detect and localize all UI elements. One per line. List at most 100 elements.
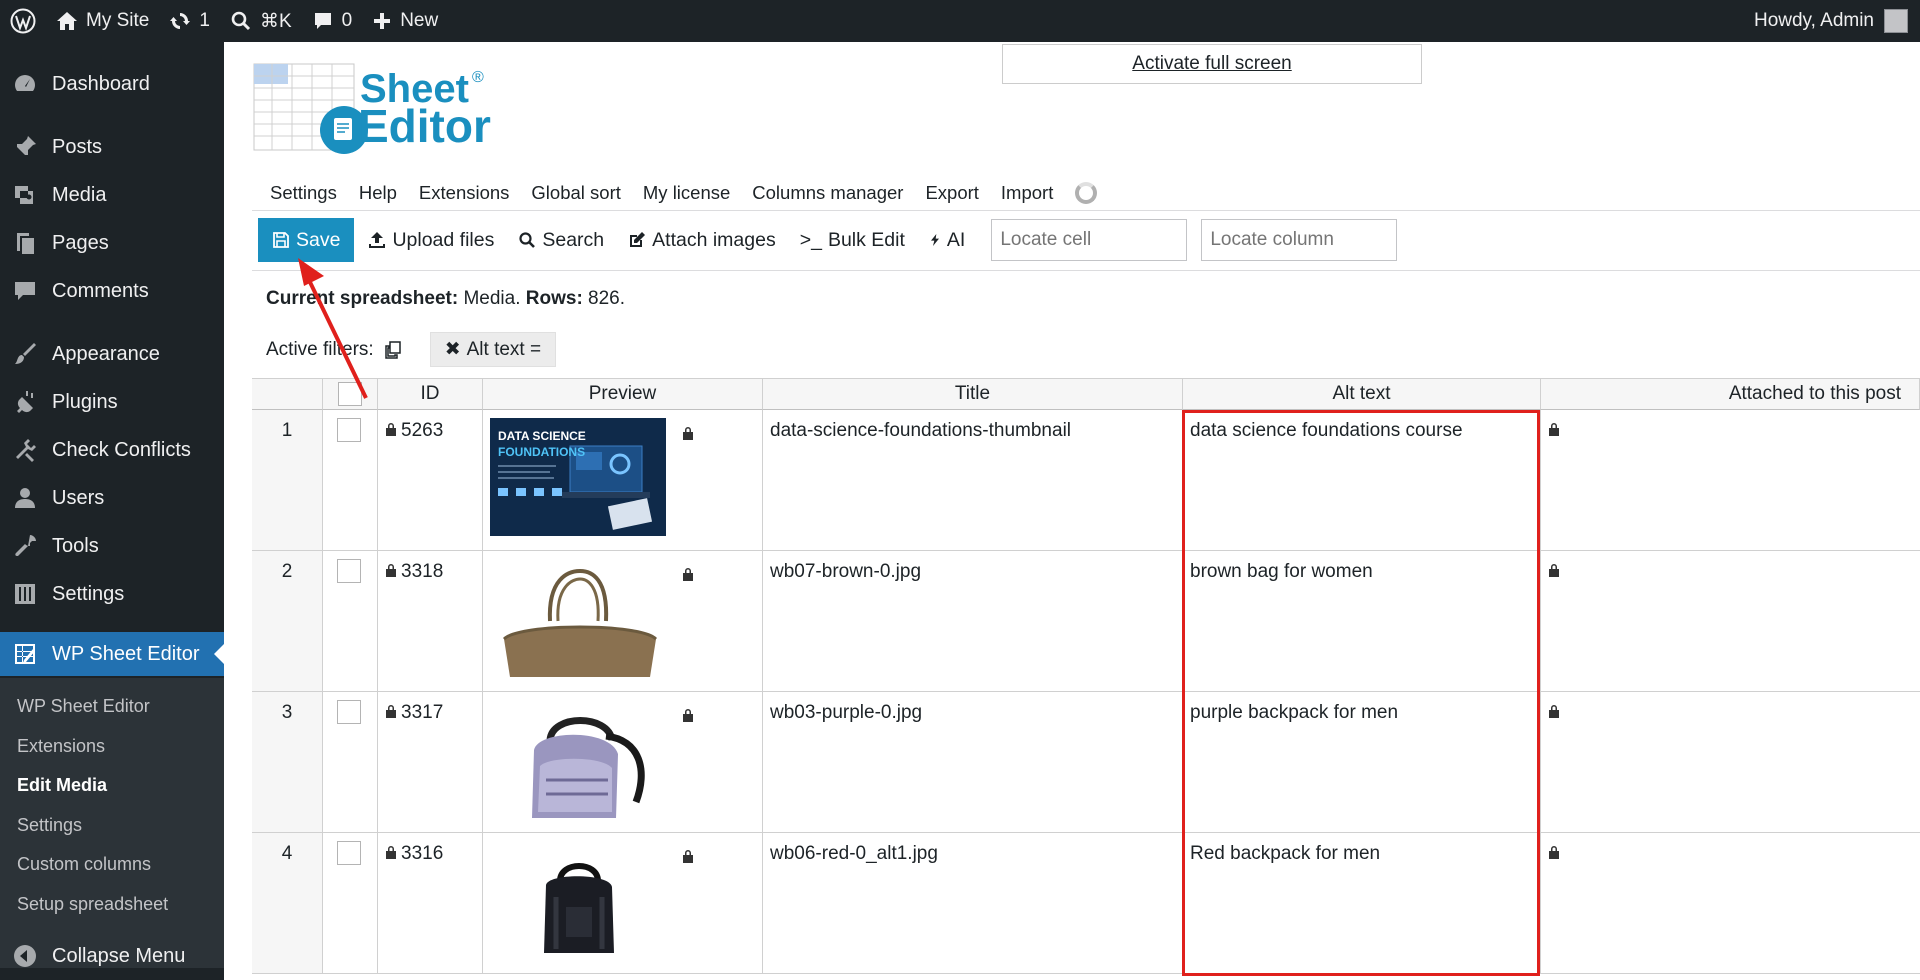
preview-cell[interactable] bbox=[483, 692, 763, 832]
preview-cell[interactable] bbox=[483, 833, 763, 973]
sidebar-item-appearance[interactable]: Appearance bbox=[0, 332, 224, 376]
locate-cell-input[interactable] bbox=[991, 219, 1188, 261]
upload-icon bbox=[369, 232, 386, 248]
divider bbox=[252, 270, 1920, 271]
thumbnail-line1: DATA SCIENCE bbox=[498, 429, 586, 443]
nav-import[interactable]: Import bbox=[1001, 182, 1053, 204]
sidebar-item-check-conflicts[interactable]: Check Conflicts bbox=[0, 428, 224, 472]
collapse-menu-button[interactable]: Collapse Menu bbox=[0, 934, 224, 978]
nav-global-sort[interactable]: Global sort bbox=[531, 182, 620, 204]
nav-help[interactable]: Help bbox=[359, 182, 397, 204]
lock-icon bbox=[682, 424, 694, 446]
title-cell[interactable]: data-science-foundations-thumbnail bbox=[763, 410, 1183, 550]
ai-button[interactable]: AI bbox=[917, 218, 977, 262]
search-button[interactable]: Search bbox=[506, 218, 616, 262]
copy-icon[interactable] bbox=[384, 340, 402, 359]
comments-link[interactable]: 0 bbox=[302, 0, 363, 42]
sidebar-item-plugins[interactable]: Plugins bbox=[0, 380, 224, 424]
spreadsheet-grid: ID Preview Title Alt text Attached to th… bbox=[252, 378, 1920, 980]
close-icon[interactable]: ✖ bbox=[445, 338, 461, 361]
nav-my-license[interactable]: My license bbox=[643, 182, 730, 204]
id-cell[interactable]: 3318 bbox=[378, 551, 483, 691]
preview-cell[interactable]: DATA SCIENCE FOUNDATIONS bbox=[483, 410, 763, 550]
attached-cell[interactable] bbox=[1541, 692, 1920, 832]
lock-icon bbox=[682, 706, 694, 728]
thumbnail-line2: FOUNDATIONS bbox=[498, 445, 585, 459]
updates-count: 1 bbox=[199, 10, 210, 31]
admin-bar: My Site 1 ⌘K 0 New Howdy, Admin bbox=[0, 0, 1920, 42]
upload-files-button[interactable]: Upload files bbox=[356, 218, 506, 262]
pin-icon bbox=[15, 136, 36, 157]
column-header-title[interactable]: Title bbox=[763, 378, 1183, 410]
bulk-edit-button[interactable]: >_ Bulk Edit bbox=[788, 218, 917, 262]
nav-export[interactable]: Export bbox=[925, 182, 978, 204]
submenu-item-extensions[interactable]: Extensions bbox=[17, 736, 105, 757]
preview-cell[interactable] bbox=[483, 551, 763, 691]
lock-icon bbox=[385, 843, 397, 865]
row-checkbox[interactable] bbox=[337, 700, 361, 724]
sidebar-item-media[interactable]: Media bbox=[0, 173, 224, 217]
column-header-alt-text[interactable]: Alt text bbox=[1183, 378, 1541, 410]
media-icon bbox=[15, 186, 33, 204]
sheet-icon bbox=[15, 644, 35, 664]
title-cell[interactable]: wb06-red-0_alt1.jpg bbox=[763, 833, 1183, 973]
divider bbox=[252, 210, 1920, 211]
thumbnail-purple-backpack bbox=[532, 717, 645, 818]
locate-column-input[interactable] bbox=[1201, 219, 1398, 261]
submenu-item-setup-spreadsheet[interactable]: Setup spreadsheet bbox=[17, 894, 168, 915]
new-label: New bbox=[400, 10, 439, 31]
pages-icon bbox=[17, 233, 34, 254]
sidebar-item-wp-sheet-editor[interactable]: WP Sheet Editor bbox=[0, 632, 224, 676]
column-header-attached[interactable]: Attached to this post bbox=[1541, 378, 1920, 410]
sidebar-item-tools[interactable]: Tools bbox=[0, 524, 224, 568]
filter-chip-alt-text[interactable]: ✖ Alt text = bbox=[429, 332, 557, 367]
submenu-item-custom-columns[interactable]: Custom columns bbox=[17, 854, 151, 875]
sidebar-item-settings[interactable]: Settings bbox=[0, 572, 224, 616]
search-shortcut-link[interactable]: ⌘K bbox=[220, 0, 302, 42]
column-header-id[interactable]: ID bbox=[378, 378, 483, 410]
nav-columns-manager[interactable]: Columns manager bbox=[752, 182, 903, 204]
row-number: 1 bbox=[252, 410, 323, 550]
id-value: 5263 bbox=[401, 420, 444, 442]
updates-link[interactable]: 1 bbox=[159, 0, 220, 42]
activate-full-screen-link[interactable]: Activate full screen bbox=[1002, 44, 1422, 84]
sidebar-item-comments[interactable]: Comments bbox=[0, 269, 224, 313]
site-name-link[interactable]: My Site bbox=[46, 0, 159, 42]
row-checkbox[interactable] bbox=[337, 841, 361, 865]
submenu-item-edit-media[interactable]: Edit Media bbox=[17, 775, 107, 796]
new-content-link[interactable]: New bbox=[362, 0, 448, 42]
submenu-item-settings[interactable]: Settings bbox=[17, 815, 82, 836]
my-account-link[interactable]: Howdy, Admin bbox=[1744, 0, 1920, 42]
row-number: 4 bbox=[252, 833, 323, 973]
title-cell[interactable]: wb07-brown-0.jpg bbox=[763, 551, 1183, 691]
column-header-preview[interactable]: Preview bbox=[483, 378, 763, 410]
sidebar-item-pages[interactable]: Pages bbox=[0, 221, 224, 265]
sidebar-item-users[interactable]: Users bbox=[0, 476, 224, 520]
sidebar-item-posts[interactable]: Posts bbox=[0, 125, 224, 169]
submenu-item-wp-sheet-editor[interactable]: WP Sheet Editor bbox=[17, 696, 150, 717]
plus-icon bbox=[374, 13, 391, 29]
row-checkbox[interactable] bbox=[337, 418, 361, 442]
row-select-cell bbox=[323, 551, 378, 691]
attached-cell[interactable] bbox=[1541, 833, 1920, 973]
id-cell[interactable]: 3316 bbox=[378, 833, 483, 973]
table-row: 1 5263 DATA SCIENCE FOUNDATIONS data-sci… bbox=[252, 410, 1920, 551]
id-cell[interactable]: 5263 bbox=[378, 410, 483, 550]
row-checkbox[interactable] bbox=[337, 559, 361, 583]
edit-icon bbox=[630, 232, 646, 247]
nav-extensions[interactable]: Extensions bbox=[419, 182, 510, 204]
plug-icon bbox=[17, 391, 33, 413]
search-shortcut: ⌘K bbox=[259, 10, 292, 32]
attached-cell[interactable] bbox=[1541, 551, 1920, 691]
bulk-edit-label: Bulk Edit bbox=[827, 228, 905, 251]
sidebar-item-label: Users bbox=[52, 486, 105, 509]
nav-settings[interactable]: Settings bbox=[270, 182, 337, 204]
id-cell[interactable]: 3317 bbox=[378, 692, 483, 832]
attached-cell[interactable] bbox=[1541, 410, 1920, 550]
title-cell[interactable]: wb03-purple-0.jpg bbox=[763, 692, 1183, 832]
sidebar-item-label: Appearance bbox=[52, 342, 160, 365]
table-row: 2 3318 wb07-brown-0.jpg brown bag for wo… bbox=[252, 551, 1920, 692]
attach-images-button[interactable]: Attach images bbox=[616, 218, 788, 262]
sidebar-item-dashboard[interactable]: Dashboard bbox=[0, 62, 224, 106]
wordpress-logo-button[interactable] bbox=[0, 0, 46, 42]
